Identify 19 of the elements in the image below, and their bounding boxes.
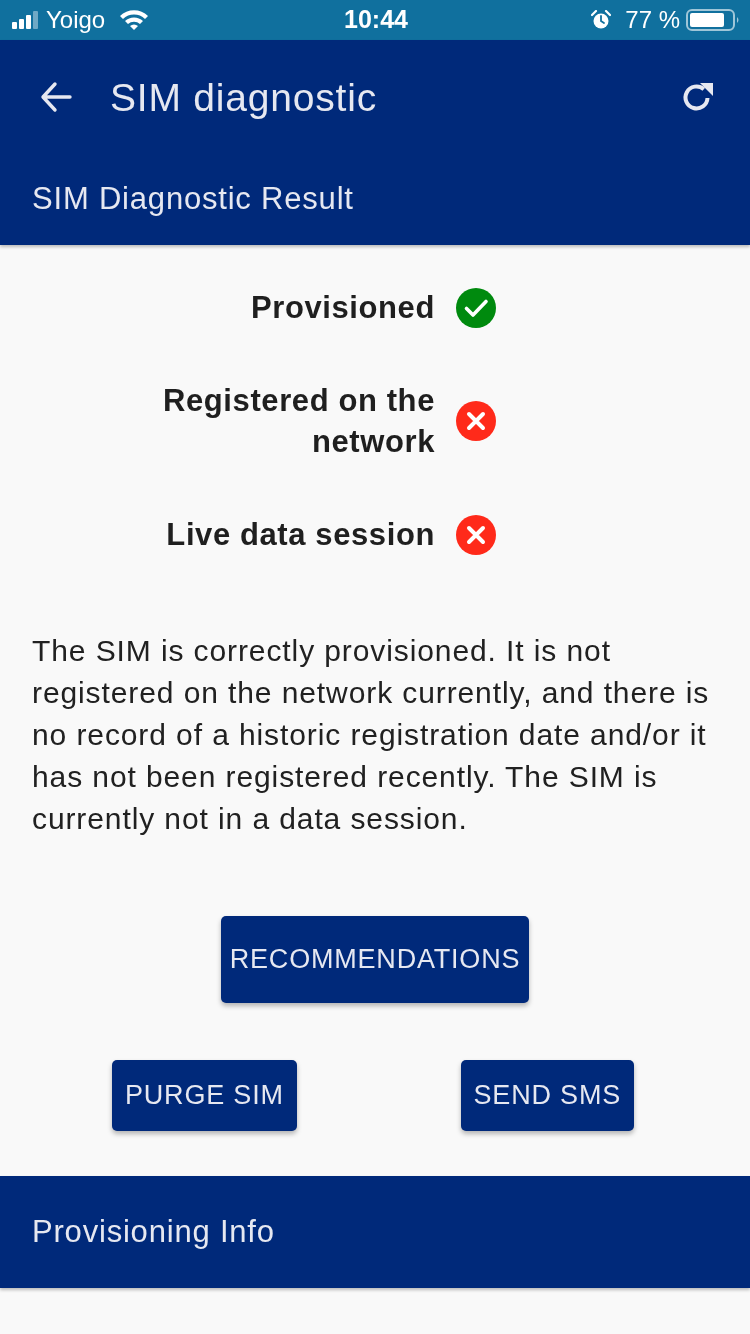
refresh-icon[interactable] bbox=[682, 81, 715, 113]
signal-icon bbox=[12, 11, 38, 29]
check-label: Live data session bbox=[165, 516, 435, 554]
send-sms-button[interactable]: SEND SMS bbox=[460, 1060, 634, 1131]
back-arrow-icon[interactable] bbox=[40, 81, 74, 113]
recommendations-button[interactable]: RECOMMENDATIONS bbox=[220, 916, 530, 1003]
battery-percent: 77 % bbox=[625, 5, 680, 35]
check-label: Registered on the network bbox=[161, 382, 435, 461]
screen-title: SIM diagnostic bbox=[110, 77, 377, 117]
battery-icon bbox=[686, 9, 740, 31]
alarm-clock-icon bbox=[591, 10, 612, 30]
check-label: Provisioned bbox=[249, 289, 435, 327]
purge-sim-button[interactable]: PURGE SIM bbox=[112, 1060, 297, 1131]
clock-time: 10:44 bbox=[344, 4, 408, 36]
section-header-bar[interactable]: Provisioning Info bbox=[0, 1176, 750, 1288]
wifi-icon bbox=[119, 9, 150, 31]
carrier-name: Yoigo bbox=[46, 5, 106, 35]
section-title: SIM Diagnostic Result bbox=[32, 180, 354, 219]
summary-text: The SIM is correctly provisioned. It is not registered on the network currently, and there is no record of a historic registration date and/or it has not been registered recently. The SIM is currently not in a data session. bbox=[32, 633, 711, 837]
